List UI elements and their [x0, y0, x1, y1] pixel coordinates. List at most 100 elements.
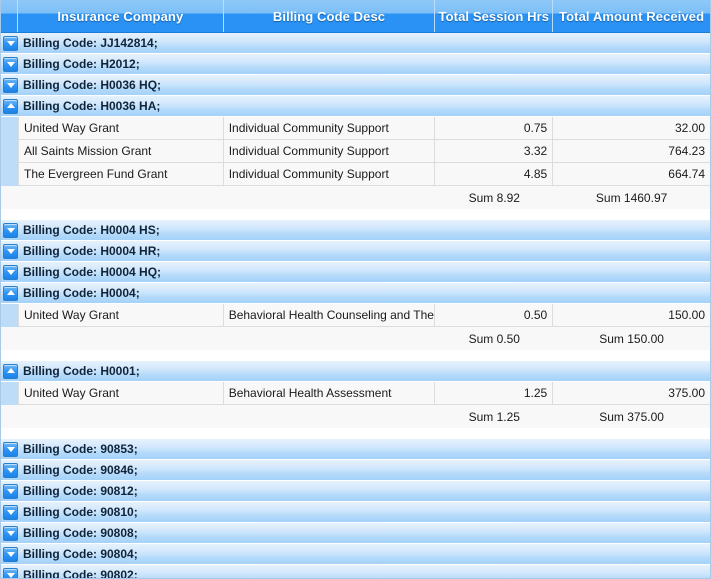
triangle-glyph — [6, 270, 15, 275]
group-header-row[interactable]: Billing Code: H2012; — [1, 54, 710, 75]
chevron-down-icon[interactable] — [3, 525, 18, 541]
cell-total-amount-received: 375.00 — [553, 382, 710, 405]
row-indent — [1, 382, 18, 405]
group-header-row[interactable]: Billing Code: 90804; — [1, 544, 710, 565]
group-header-row[interactable]: Billing Code: 90808; — [1, 523, 710, 544]
triangle-glyph — [6, 489, 15, 494]
row-indent — [1, 304, 18, 327]
group-sum-row: Sum 8.92 Sum 1460.97 — [1, 186, 710, 209]
chevron-up-icon[interactable] — [3, 285, 18, 301]
triangle-glyph — [6, 573, 15, 578]
chevron-up-icon[interactable] — [3, 98, 18, 114]
triangle-glyph — [6, 249, 15, 254]
sum-cell-total-session-hrs: Sum 1.25 — [468, 409, 520, 424]
group-header-label: Billing Code: H0004 HR; — [23, 244, 161, 258]
group-header-row[interactable]: Billing Code: 90802; — [1, 565, 710, 578]
chevron-down-icon[interactable] — [3, 56, 18, 72]
header-cell-total-session-hrs[interactable]: Total Session Hrs — [435, 0, 554, 32]
sum-cell-blank-insurance — [18, 327, 224, 350]
chevron-down-icon[interactable] — [3, 243, 18, 259]
grid-body: Billing Code: JJ142814; Billing Code: H20… — [1, 33, 710, 578]
chevron-down-icon[interactable] — [3, 35, 18, 51]
group-header-label: Billing Code: 90808; — [23, 526, 138, 540]
group-header-label: Billing Code: H0001; — [23, 364, 140, 378]
group-header-row[interactable]: Billing Code: 90853; — [1, 439, 710, 460]
table-row[interactable]: All Saints Mission Grant Individual Commu… — [1, 140, 710, 163]
group-header-row[interactable]: Billing Code: 90846; — [1, 460, 710, 481]
chevron-up-icon[interactable] — [3, 363, 18, 379]
table-row[interactable]: United Way Grant Behavioral Health Counse… — [1, 304, 710, 327]
group-header-row[interactable]: Billing Code: 90812; — [1, 481, 710, 502]
triangle-glyph — [6, 510, 15, 515]
triangle-glyph — [6, 468, 15, 473]
table-row[interactable]: United Way Grant Individual Community Sup… — [1, 117, 710, 140]
grouped-data-grid: Insurance Company Billing Code Desc Tota… — [0, 0, 711, 579]
chevron-down-icon[interactable] — [3, 462, 18, 478]
sum-row-indent — [1, 405, 18, 428]
triangle-glyph — [6, 368, 15, 373]
table-row[interactable]: The Evergreen Fund Grant Individual Commu… — [1, 163, 710, 186]
cell-billing-code-desc: Individual Community Support — [223, 163, 436, 186]
chevron-down-icon[interactable] — [3, 483, 18, 499]
group-header-row[interactable]: Billing Code: H0004 HQ; — [1, 262, 710, 283]
cell-total-amount-received: 150.00 — [553, 304, 710, 327]
group-header-label: Billing Code: H0004 HS; — [23, 223, 160, 237]
chevron-down-icon[interactable] — [3, 77, 18, 93]
sum-cell-total-amount-received: Sum 1460.97 — [595, 190, 668, 205]
cell-billing-code-desc: Behavioral Health Assessment — [223, 382, 436, 405]
table-row[interactable]: United Way Grant Behavioral Health Assess… — [1, 382, 710, 405]
group-header-label: Billing Code: H0004; — [23, 286, 140, 300]
cell-total-session-hrs: 3.32 — [435, 140, 554, 163]
chevron-down-icon[interactable] — [3, 441, 18, 457]
group-header-label: Billing Code: 90810; — [23, 505, 138, 519]
sum-cell-total-session-hrs: Sum 0.50 — [468, 331, 520, 346]
chevron-down-icon[interactable] — [3, 264, 18, 280]
cell-billing-code-desc: Behavioral Health Counseling and The... — [223, 304, 436, 327]
group-header-label: Billing Code: 90812; — [23, 484, 138, 498]
group-header-row[interactable]: Billing Code: H0004; — [1, 283, 710, 304]
group-header-row[interactable]: Billing Code: 90810; — [1, 502, 710, 523]
cell-insurance-company: United Way Grant — [18, 117, 224, 140]
group-sum-row: Sum 1.25 Sum 375.00 — [1, 405, 710, 428]
chevron-down-icon[interactable] — [3, 567, 18, 578]
sum-cell-blank-desc — [224, 405, 436, 428]
cell-total-session-hrs: 0.50 — [435, 304, 554, 327]
cell-billing-code-desc: Individual Community Support — [223, 140, 436, 163]
group-header-row[interactable]: Billing Code: JJ142814; — [1, 33, 710, 54]
triangle-glyph — [6, 447, 15, 452]
chevron-down-icon[interactable] — [3, 504, 18, 520]
group-header-label: Billing Code: H0004 HQ; — [23, 265, 162, 279]
header-cell-expander — [1, 0, 18, 32]
header-cell-total-amount-received[interactable]: Total Amount Received — [553, 0, 710, 32]
group-header-row[interactable]: Billing Code: H0036 HA; — [1, 96, 710, 117]
chevron-down-icon[interactable] — [3, 222, 18, 238]
triangle-glyph — [6, 103, 15, 108]
cell-total-amount-received: 664.74 — [553, 163, 710, 186]
chevron-down-icon[interactable] — [3, 546, 18, 562]
group-header-row[interactable]: Billing Code: H0004 HR; — [1, 241, 710, 262]
cell-insurance-company: United Way Grant — [18, 382, 224, 405]
group-header-label: Billing Code: 90804; — [23, 547, 138, 561]
triangle-glyph — [6, 228, 15, 233]
triangle-glyph — [6, 552, 15, 557]
sum-cell-total-amount-received: Sum 150.00 — [599, 331, 664, 346]
group-header-label: Billing Code: 90802; — [23, 568, 138, 578]
row-indent — [1, 140, 18, 163]
cell-insurance-company: All Saints Mission Grant — [18, 140, 224, 163]
group-header-row[interactable]: Billing Code: H0036 HQ; — [1, 75, 710, 96]
cell-insurance-company: United Way Grant — [18, 304, 224, 327]
group-header-label: Billing Code: 90846; — [23, 463, 138, 477]
header-cell-billing-code-desc[interactable]: Billing Code Desc — [224, 0, 436, 32]
group-spacer — [1, 209, 710, 220]
group-header-row[interactable]: Billing Code: H0004 HS; — [1, 220, 710, 241]
group-header-row[interactable]: Billing Code: H0001; — [1, 361, 710, 382]
triangle-glyph — [6, 62, 15, 67]
row-indent — [1, 163, 18, 186]
sum-cell-blank-insurance — [18, 186, 224, 209]
triangle-glyph — [6, 531, 15, 536]
group-sum-row: Sum 0.50 Sum 150.00 — [1, 327, 710, 350]
sum-row-indent — [1, 327, 18, 350]
cell-total-session-hrs: 1.25 — [435, 382, 554, 405]
cell-total-amount-received: 764.23 — [553, 140, 710, 163]
header-cell-insurance-company[interactable]: Insurance Company — [18, 0, 224, 32]
